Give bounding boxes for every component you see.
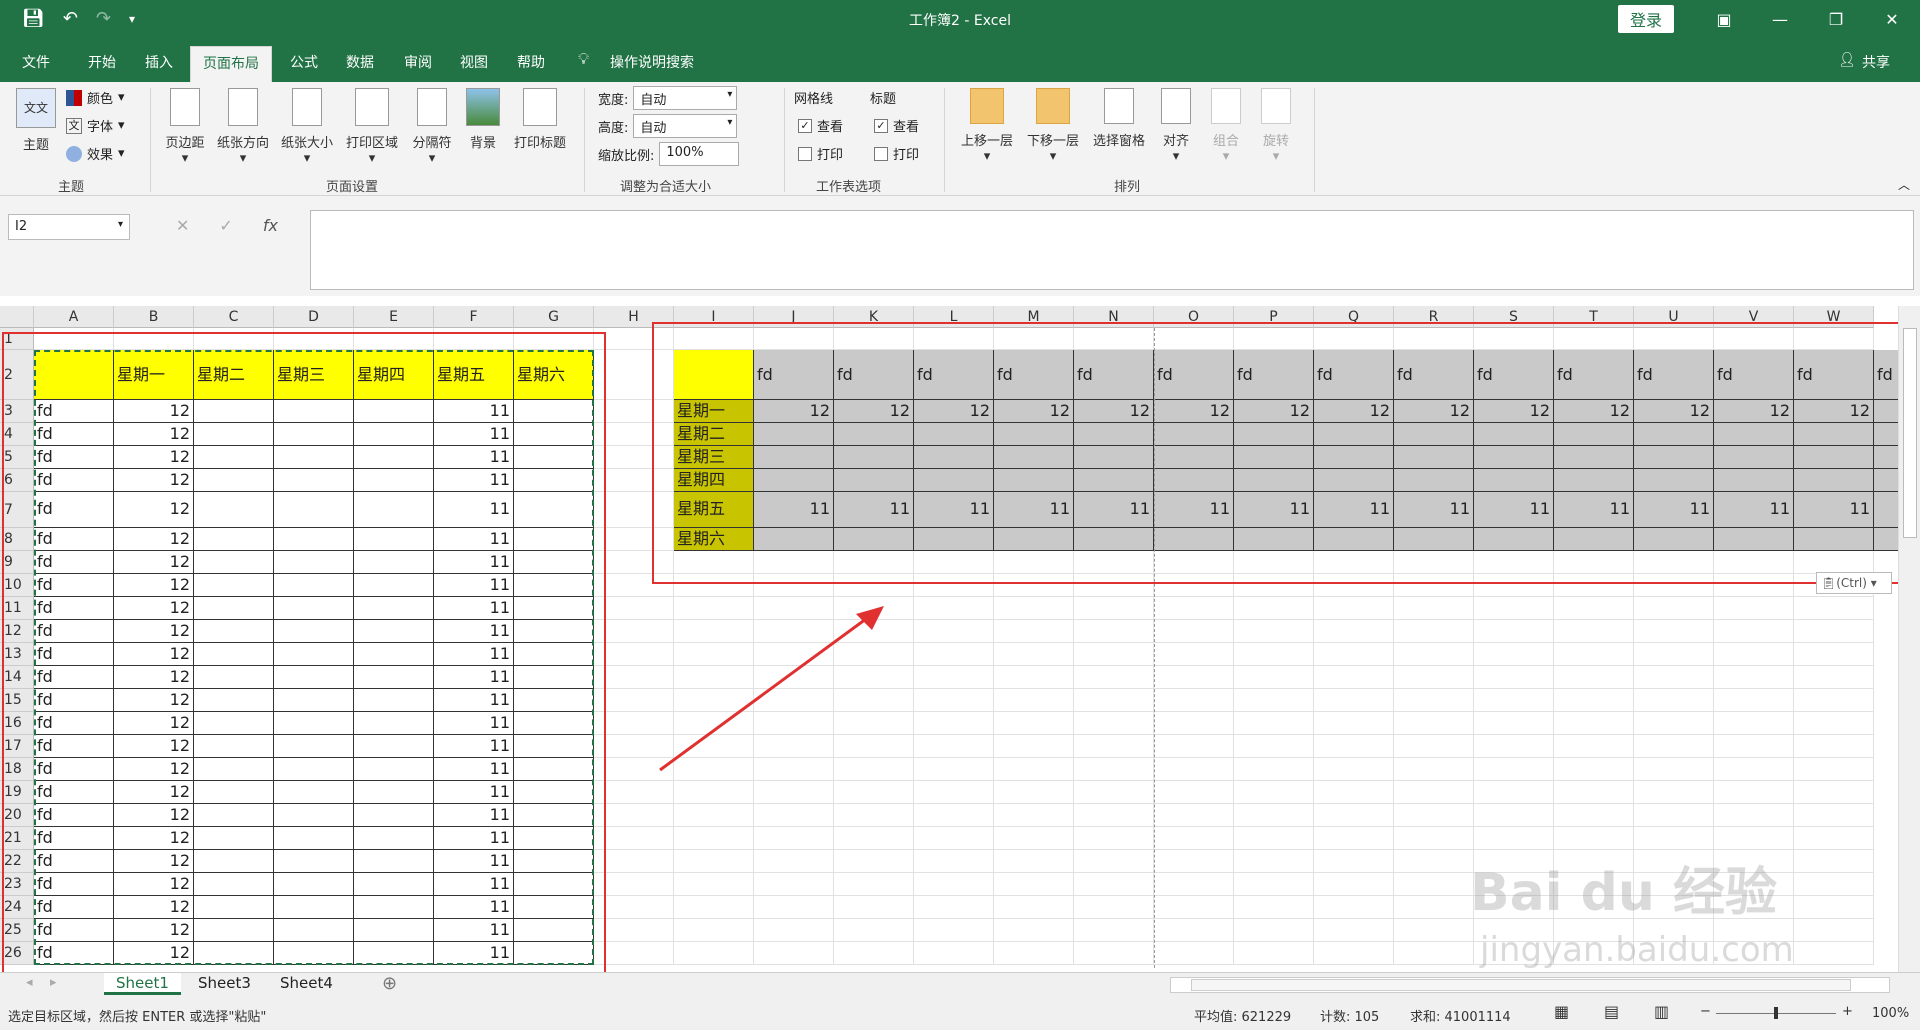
watermark-url: jingyan.baidu.com [1480,930,1794,970]
paste-options-label: (Ctrl) [1836,576,1867,590]
zoom-in-button[interactable]: + [1842,1004,1853,1019]
zoom-slider[interactable] [1716,1007,1836,1019]
sheet-tab-sheet4[interactable]: Sheet4 [268,973,345,995]
paste-icon: 📋︎ [1821,576,1837,590]
arrow-head [856,606,884,630]
status-message: 选定目标区域，然后按 ENTER 或选择"粘贴" [8,1010,267,1025]
paste-options-button[interactable]: 📋︎(Ctrl) ▾ [1816,572,1892,594]
watermark-brand: Bai du 经验 [1470,863,1777,923]
scroll-thumb[interactable] [1903,328,1917,538]
horizontal-scroll-thumb[interactable] [1191,979,1851,991]
zoom-level: 100% [1872,1006,1910,1021]
add-sheet-icon[interactable]: ⊕ [382,973,397,994]
scroll-tabs-left-icon[interactable]: ◂ [26,975,33,990]
arrow-line [659,614,871,772]
sheet-tab-sheet3[interactable]: Sheet3 [186,973,263,995]
status-count: 计数: 105 [1320,1010,1380,1025]
zoom-out-button[interactable]: − [1700,1004,1711,1019]
page-layout-view-icon[interactable]: ▤ [1604,1002,1619,1021]
sheet-tab-sheet1[interactable]: Sheet1 [104,973,181,995]
scroll-tabs-right-icon[interactable]: ▸ [50,975,57,990]
zoom-slider-thumb[interactable] [1774,1007,1778,1019]
vertical-scrollbar[interactable] [1898,306,1920,972]
sheet-tab-bar: ◂ ▸ Sheet1 Sheet3 Sheet4 ⊕ [0,972,1920,998]
status-sum: 求和: 41001114 [1410,1010,1511,1025]
normal-view-icon[interactable]: ▦ [1554,1002,1569,1021]
status-bar: 选定目标区域，然后按 ENTER 或选择"粘贴" 平均值: 621229 计数:… [0,998,1920,1030]
page-break-view-icon[interactable]: ▥ [1654,1002,1669,1021]
status-average: 平均值: 621229 [1194,1010,1292,1025]
horizontal-scrollbar[interactable] [1170,977,1890,993]
